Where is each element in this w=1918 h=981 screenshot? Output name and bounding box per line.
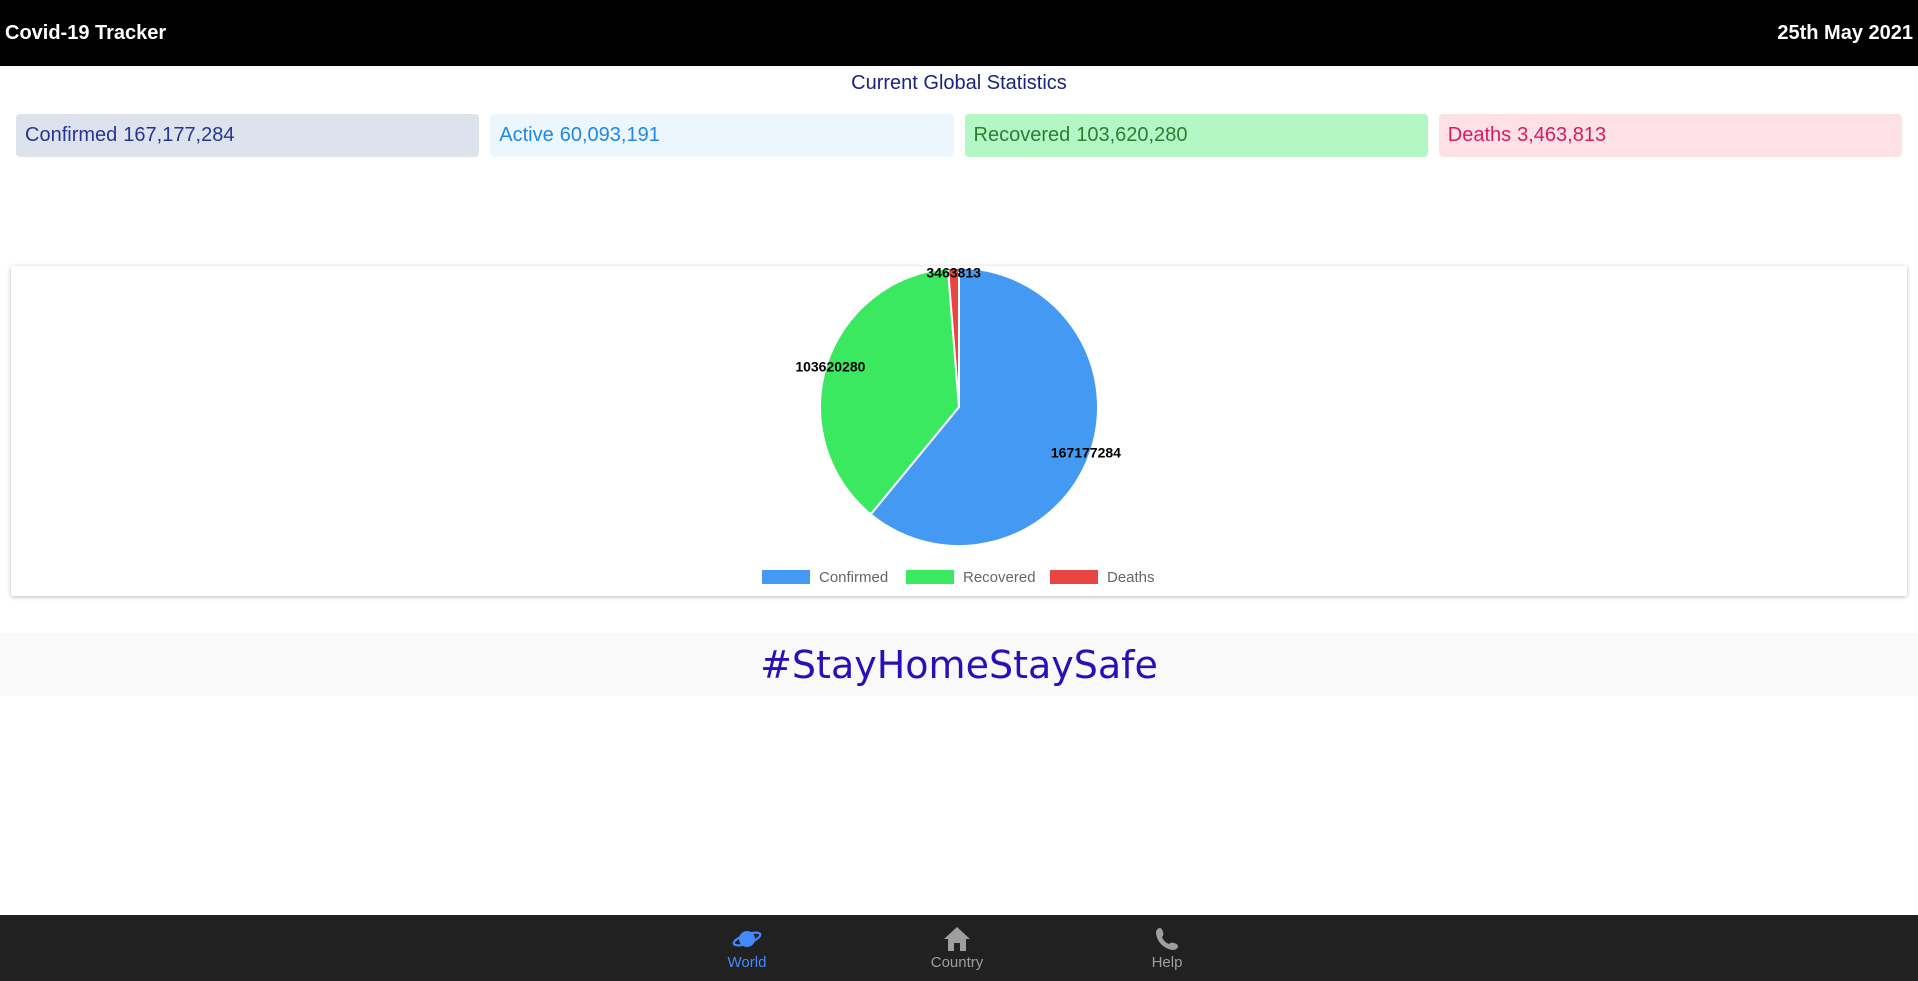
card-value: 3,463,813	[1517, 124, 1607, 146]
bottom-navigation: World Country Help	[0, 915, 1918, 981]
nav-label: Country	[930, 953, 984, 971]
legend-item-deaths[interactable]: Deaths	[1050, 569, 1155, 586]
stats-cards: Confirmed 167,177,284 Active 60,093,191 …	[16, 114, 1902, 157]
legend-swatch	[1050, 570, 1098, 584]
legend-item-recovered[interactable]: Recovered	[906, 569, 1036, 586]
slogan-text: #StayHomeStaySafe	[760, 642, 1158, 687]
pie-chart: 167177284 103620280 3463813 Confirmed Recove…	[762, 266, 1155, 586]
card-value: 60,093,191	[559, 124, 660, 146]
recovered-card: Recovered 103,620,280	[964, 114, 1428, 157]
legend-label: Deaths	[1107, 569, 1155, 586]
current-date: 25th May 2021	[1777, 21, 1913, 44]
legend-label: Confirmed	[819, 569, 888, 586]
card-label: Deaths	[1447, 124, 1512, 146]
legend-item-confirmed[interactable]: Confirmed	[762, 569, 888, 586]
deaths-card: Deaths 3,463,813	[1438, 114, 1902, 157]
card-value: 103,620,280	[1076, 124, 1188, 146]
legend-swatch	[906, 570, 954, 584]
active-card: Active 60,093,191	[490, 114, 954, 157]
card-label: Confirmed	[25, 124, 118, 146]
card-label: Active	[499, 124, 554, 146]
nav-tab-help[interactable]: Help	[1107, 915, 1227, 981]
card-value: 167,177,284	[123, 124, 235, 146]
planet-icon	[732, 930, 762, 947]
pie-data-label: 167177284	[1051, 444, 1121, 460]
pie-data-label: 3463813	[926, 266, 981, 280]
app-title: Covid-19 Tracker	[5, 21, 167, 44]
pie-data-label: 103620280	[795, 359, 865, 375]
nav-label: World	[727, 953, 767, 971]
phone-icon	[1156, 927, 1178, 950]
card-label: Recovered	[973, 124, 1071, 146]
nav-tab-world[interactable]: World	[687, 915, 807, 981]
slogan-banner: #StayHomeStaySafe	[0, 633, 1918, 696]
stats-title: Current Global Statistics	[851, 72, 1067, 94]
pie-chart-panel: 167177284 103620280 3463813 Confirmed Recove…	[11, 266, 1907, 596]
nav-tab-country[interactable]: Country	[897, 915, 1017, 981]
confirmed-card: Confirmed 167,177,284	[16, 114, 480, 157]
app-header: Covid-19 Tracker 25th May 2021	[0, 0, 1918, 66]
legend-label: Recovered	[963, 569, 1036, 586]
home-icon	[944, 926, 970, 951]
legend-swatch	[762, 570, 810, 584]
nav-label: Help	[1151, 953, 1183, 971]
